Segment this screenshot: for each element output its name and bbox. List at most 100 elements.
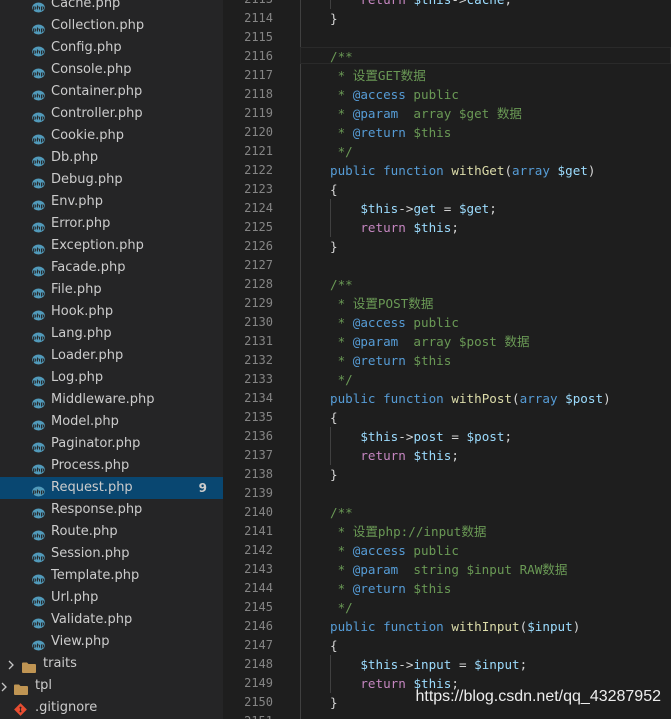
svg-text:php: php <box>33 50 45 56</box>
code-line[interactable]: * @param string $input RAW数据 <box>330 560 568 579</box>
file-label: Route.php <box>51 524 118 539</box>
code-line[interactable]: /** <box>330 503 353 522</box>
php-file-icon: php <box>32 130 45 145</box>
file-label: Config.php <box>51 40 122 55</box>
code-token: withInput <box>451 619 520 634</box>
chevron-right-icon[interactable] <box>0 679 9 693</box>
code-token: $post <box>466 429 505 444</box>
code-token: */ <box>330 372 353 387</box>
code-line[interactable]: * @access public <box>330 85 459 104</box>
file-label: Model.php <box>51 414 119 429</box>
chevron-right-icon[interactable] <box>6 657 16 671</box>
code-line[interactable]: * @param array $post 数据 <box>330 332 530 351</box>
file-item[interactable]: php Session.php <box>0 543 223 565</box>
file-item[interactable]: php Request.php 9 <box>0 477 223 499</box>
line-number: 2117 <box>244 68 273 82</box>
file-item[interactable]: php File.php <box>0 279 223 301</box>
file-item[interactable]: php Env.php <box>0 191 223 213</box>
code-line[interactable]: return $this->cache; <box>330 0 512 9</box>
folder-item[interactable]: traits <box>0 653 223 675</box>
code-editor[interactable]: 2113 2114 2115 2116 2117 2118 2119 2120 2121 2122… <box>223 0 671 719</box>
code-line[interactable]: * @return $this <box>330 579 452 598</box>
code-token: { <box>330 638 338 653</box>
svg-text:php: php <box>33 556 45 562</box>
file-item[interactable]: php Cookie.php <box>0 125 223 147</box>
code-line[interactable]: */ <box>330 142 353 161</box>
code-line[interactable]: public function withGet(array $get) <box>330 161 595 180</box>
code-token: * <box>330 353 353 368</box>
code-line[interactable]: */ <box>330 598 353 617</box>
code-line[interactable]: $this->post = $post; <box>330 427 512 446</box>
code-token: * <box>330 106 353 121</box>
code-line[interactable]: $this->get = $get; <box>330 199 497 218</box>
code-line[interactable]: } <box>330 693 338 712</box>
file-item[interactable]: php Facade.php <box>0 257 223 279</box>
file-item[interactable]: php Template.php <box>0 565 223 587</box>
code-line[interactable]: * @access public <box>330 313 459 332</box>
code-token: public <box>405 87 459 102</box>
code-line[interactable]: } <box>330 237 338 256</box>
code-line[interactable]: return $this; <box>330 218 459 237</box>
code-line[interactable]: public function withInput($input) <box>330 617 580 636</box>
code-line[interactable]: public function withPost(array $post) <box>330 389 611 408</box>
file-item[interactable]: php Controller.php <box>0 103 223 125</box>
code-line[interactable]: * 设置php://input数据 <box>330 522 487 541</box>
file-item[interactable]: php View.php <box>0 631 223 653</box>
file-item[interactable]: php Db.php <box>0 147 223 169</box>
indent-guide <box>300 0 301 719</box>
file-item[interactable]: php Response.php <box>0 499 223 521</box>
code-line[interactable]: * 设置GET数据 <box>330 66 426 85</box>
code-line[interactable]: } <box>330 465 338 484</box>
file-item[interactable]: php Lang.php <box>0 323 223 345</box>
code-token: ; <box>519 657 528 672</box>
file-item[interactable]: php Url.php <box>0 587 223 609</box>
file-item[interactable]: php Model.php <box>0 411 223 433</box>
file-item[interactable]: php Log.php <box>0 367 223 389</box>
file-item[interactable]: php Debug.php <box>0 169 223 191</box>
code-line[interactable]: * @access public <box>330 541 459 560</box>
code-line[interactable]: * @param array $get 数据 <box>330 104 522 123</box>
file-item[interactable]: php Hook.php <box>0 301 223 323</box>
code-line[interactable]: { <box>330 408 338 427</box>
line-number: 2150 <box>244 695 273 709</box>
code-line[interactable]: { <box>330 636 338 655</box>
folder-item[interactable]: tpl <box>0 675 223 697</box>
file-item[interactable]: php Process.php <box>0 455 223 477</box>
php-file-icon: php <box>32 482 45 497</box>
file-item-gitignore[interactable]: .gitignore <box>0 697 223 719</box>
file-item[interactable]: php Cache.php <box>0 0 223 15</box>
file-item[interactable]: php Exception.php <box>0 235 223 257</box>
file-item[interactable]: php Validate.php <box>0 609 223 631</box>
file-item[interactable]: php Paginator.php <box>0 433 223 455</box>
code-token: $this <box>360 429 399 444</box>
file-item[interactable]: php Container.php <box>0 81 223 103</box>
code-token: ; <box>489 201 497 216</box>
file-label: .gitignore <box>35 700 98 715</box>
file-label: Response.php <box>51 502 143 517</box>
code-line[interactable]: /** <box>330 47 353 66</box>
file-item[interactable]: php Middleware.php <box>0 389 223 411</box>
file-label: Db.php <box>51 150 99 165</box>
code-line[interactable]: { <box>330 180 338 199</box>
file-item[interactable]: php Collection.php <box>0 15 223 37</box>
code-line[interactable]: * @return $this <box>330 351 452 370</box>
code-line[interactable]: /** <box>330 275 353 294</box>
file-item[interactable]: php Config.php <box>0 37 223 59</box>
file-item[interactable]: php Route.php <box>0 521 223 543</box>
file-item[interactable]: php Error.php <box>0 213 223 235</box>
code-line[interactable]: return $this; <box>330 446 459 465</box>
svg-text:php: php <box>33 72 45 78</box>
file-item[interactable]: php Console.php <box>0 59 223 81</box>
code-line[interactable]: $this->input = $input; <box>330 655 527 674</box>
code-line[interactable]: */ <box>330 370 353 389</box>
file-item[interactable]: php Loader.php <box>0 345 223 367</box>
code-line[interactable]: * 设置POST数据 <box>330 294 434 313</box>
code-line[interactable]: } <box>330 9 338 28</box>
php-file-icon: php <box>32 42 45 57</box>
code-token: $post <box>565 391 604 406</box>
file-label: Cache.php <box>51 0 121 11</box>
code-token: /** <box>330 49 353 64</box>
code-line[interactable]: * @return $this <box>330 123 452 142</box>
